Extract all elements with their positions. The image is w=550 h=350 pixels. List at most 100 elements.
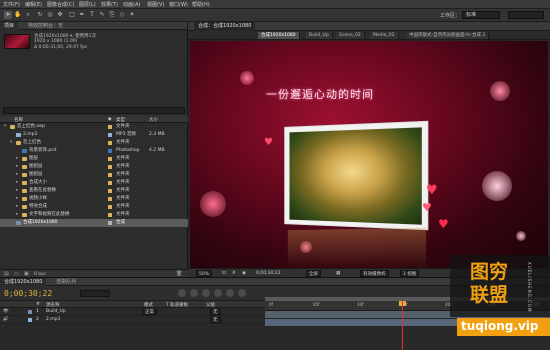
- tab-project[interactable]: 项目: [0, 22, 19, 30]
- rectangle-mask-tool-icon[interactable]: □: [68, 11, 76, 19]
- pan-behind-tool-icon[interactable]: ✥: [56, 11, 64, 19]
- view-layout-select[interactable]: 1 视图: [400, 270, 420, 277]
- grid-icon[interactable]: #: [232, 270, 236, 277]
- workspace-select[interactable]: 标准: [462, 11, 500, 19]
- puppet-tool-icon[interactable]: ✶: [128, 11, 136, 19]
- timeline-timecode[interactable]: 0;00;30;22: [4, 289, 52, 298]
- expand-arrow-icon[interactable]: ▾: [4, 123, 6, 131]
- crumb-scene-02[interactable]: Scene_02: [336, 32, 365, 39]
- project-item-row[interactable]: ▸ 文字和视频在此替换 文件夹: [0, 211, 188, 219]
- tab-composition[interactable]: 合成：合成1920x1080: [194, 22, 256, 31]
- label-color[interactable]: [108, 125, 112, 129]
- layer-label-color[interactable]: [28, 310, 32, 314]
- item-name[interactable]: 查看在此替换: [29, 187, 56, 195]
- label-color[interactable]: [108, 141, 112, 145]
- zoom-tool-icon[interactable]: ⌕: [24, 11, 32, 19]
- layer-label-color[interactable]: [28, 318, 32, 322]
- menu-effect[interactable]: 效果(T): [101, 1, 118, 8]
- item-name[interactable]: 视频小样: [29, 195, 47, 203]
- project-item-row[interactable]: 背景装饰.psd Photoshop 4.2 MB: [0, 147, 188, 155]
- item-name[interactable]: 2.mp3: [23, 131, 37, 139]
- crumb-build-up[interactable]: Build_Up: [306, 32, 333, 39]
- comp-mini-flowchart-icon[interactable]: [178, 289, 186, 297]
- timeline-search-input[interactable]: [80, 290, 110, 297]
- crumb-media-02[interactable]: Media_02: [370, 32, 399, 39]
- label-color[interactable]: [108, 133, 112, 137]
- viewer-timecode[interactable]: 0;00;30;22: [256, 270, 281, 277]
- visibility-eye-icon[interactable]: 👁: [3, 308, 9, 316]
- active-camera-select[interactable]: 有效摄像机: [360, 270, 389, 277]
- label-color[interactable]: [108, 221, 112, 225]
- region-of-interest-icon[interactable]: ▦: [336, 270, 340, 277]
- expand-arrow-icon[interactable]: ▸: [16, 163, 18, 171]
- item-name[interactable]: 文字和视频在此替换: [29, 211, 70, 219]
- label-color[interactable]: [108, 213, 112, 217]
- label-color[interactable]: [108, 181, 112, 185]
- clone-stamp-tool-icon[interactable]: ⎘: [108, 11, 116, 19]
- comp-viewer[interactable]: 一份邂逅心动的时间 ♥ ♥ ♥ ♥: [190, 41, 548, 268]
- project-item-row[interactable]: ▸ 特效合成 文件夹: [0, 203, 188, 211]
- resolution-select[interactable]: 全屏: [306, 270, 321, 277]
- motion-blur-icon[interactable]: [226, 289, 234, 297]
- project-item-row[interactable]: ▸ 图组层 文件夹: [0, 163, 188, 171]
- project-item-row[interactable]: ▸ 图组层 文件夹: [0, 171, 188, 179]
- expand-arrow-icon[interactable]: ▸: [16, 211, 18, 219]
- item-name[interactable]: 合成1920x1080: [23, 219, 58, 227]
- item-name[interactable]: 图组层: [29, 163, 43, 171]
- project-item-row[interactable]: ▾ 恋上红色.aep 文件夹: [0, 123, 188, 131]
- item-name[interactable]: 特效合成: [29, 203, 47, 211]
- camera-tool-icon[interactable]: ◎: [46, 11, 54, 19]
- tab-timeline-comp[interactable]: 合成1920x1080: [0, 278, 47, 286]
- menu-window[interactable]: 窗口(W): [169, 1, 188, 8]
- expand-arrow-icon[interactable]: ▸: [16, 171, 18, 179]
- project-item-row[interactable]: ▸ 视频小样 文件夹: [0, 195, 188, 203]
- audio-speaker-icon[interactable]: 🔊: [3, 316, 9, 324]
- label-color[interactable]: [108, 189, 112, 193]
- layer-name[interactable]: 2.mp3: [46, 316, 60, 324]
- layer-parent-select[interactable]: 无: [210, 309, 221, 315]
- label-color[interactable]: [108, 173, 112, 177]
- layer-row[interactable]: 🔊 2 2.mp3 无: [0, 316, 265, 324]
- project-item-row[interactable]: 2.mp3 MP3 音频 2.3 MB: [0, 131, 188, 139]
- column-label[interactable]: ◆: [108, 117, 111, 122]
- expand-arrow-icon[interactable]: ▸: [16, 203, 18, 211]
- expand-arrow-icon[interactable]: ▸: [16, 187, 18, 195]
- menu-file[interactable]: 文件(F): [3, 1, 20, 8]
- text-tool-icon[interactable]: T: [88, 11, 96, 19]
- project-item-row[interactable]: ▸ 合成大小 文件夹: [0, 179, 188, 187]
- eraser-tool-icon[interactable]: ◇: [118, 11, 126, 19]
- hand-tool-icon[interactable]: ✋: [14, 11, 22, 19]
- menu-help[interactable]: 帮助(H): [192, 1, 210, 8]
- menu-composition[interactable]: 图像合成(C): [47, 1, 74, 8]
- label-color[interactable]: [108, 197, 112, 201]
- menu-animation[interactable]: 动画(A): [123, 1, 140, 8]
- expand-arrow-icon[interactable]: ▾: [10, 139, 12, 147]
- item-name[interactable]: 图组层: [29, 171, 43, 179]
- label-color[interactable]: [108, 157, 112, 161]
- menu-layer[interactable]: 图层(L): [79, 1, 96, 8]
- camera-snapshot-icon[interactable]: ◉: [242, 270, 246, 277]
- expand-arrow-icon[interactable]: ▸: [16, 155, 18, 163]
- item-name[interactable]: 背景装饰.psd: [29, 147, 57, 155]
- shy-layers-icon[interactable]: [202, 289, 210, 297]
- layer-mode-select[interactable]: 正常: [142, 309, 157, 315]
- crumb-scenery-comp[interactable]: 中国风联式-自然风光图画面-fv-合成 2: [406, 32, 490, 39]
- layer-row[interactable]: 👁 1 Build_Up 正常 无: [0, 308, 265, 316]
- draft-3d-icon[interactable]: [190, 289, 198, 297]
- tab-effect-controls[interactable]: 特效控制台：无: [24, 22, 67, 30]
- menu-view[interactable]: 视图(V): [147, 1, 164, 8]
- label-color[interactable]: [108, 205, 112, 209]
- tab-render-queue[interactable]: 渲染队列: [52, 278, 80, 286]
- label-color[interactable]: [108, 149, 112, 153]
- layer-parent-select[interactable]: 无: [210, 317, 221, 323]
- layer-name[interactable]: Build_Up: [46, 308, 66, 316]
- crumb-main-comp[interactable]: 合成1920x1080: [258, 32, 300, 39]
- frame-blending-icon[interactable]: [214, 289, 222, 297]
- fit-icon[interactable]: ⊡: [222, 270, 226, 277]
- label-color[interactable]: [108, 165, 112, 169]
- item-name[interactable]: 合成大小: [29, 179, 47, 187]
- project-item-row[interactable]: ▸ 图层 文件夹: [0, 155, 188, 163]
- pen-tool-icon[interactable]: ✒: [78, 11, 86, 19]
- zoom-select[interactable]: 50%: [196, 270, 213, 277]
- rotate-tool-icon[interactable]: ↻: [36, 11, 44, 19]
